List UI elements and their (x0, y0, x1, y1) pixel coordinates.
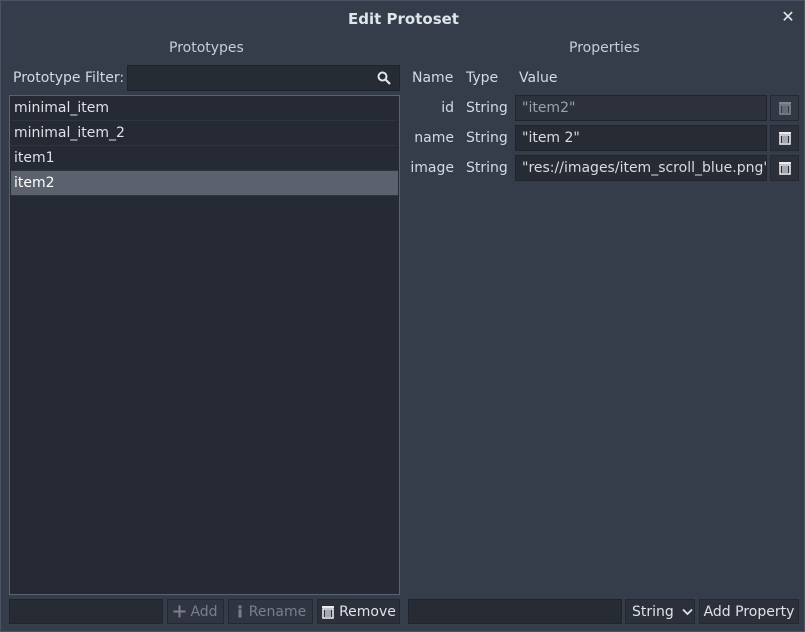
column-header-name: Name (412, 70, 454, 86)
rename-prototype-button[interactable]: Rename (228, 599, 313, 624)
prototype-list[interactable]: minimal_item minimal_item_2 item1 item2 (9, 95, 400, 595)
trash-icon (778, 132, 791, 145)
plus-icon (173, 605, 186, 618)
property-type-name: String (466, 130, 508, 146)
trash-icon (778, 162, 791, 175)
close-icon[interactable]: ✕ (779, 8, 797, 26)
prototype-filter-label: Prototype Filter: (13, 70, 125, 86)
list-item-selected[interactable]: item2 (11, 171, 398, 196)
column-header-value: Value (519, 70, 558, 86)
property-name-image: image (410, 160, 454, 176)
search-icon (377, 71, 391, 85)
property-name-id: id (441, 100, 454, 116)
property-value-name-field[interactable]: "item 2" (515, 125, 767, 151)
pencil-icon (238, 605, 242, 618)
property-type-dropdown[interactable]: String (625, 599, 695, 624)
property-type-id: String (466, 100, 508, 116)
remove-prototype-label: Remove (339, 603, 396, 620)
list-item[interactable]: minimal_item (11, 96, 398, 121)
add-property-label: Add Property (703, 603, 795, 620)
trash-icon (322, 605, 335, 619)
new-prototype-name-input[interactable] (9, 599, 163, 624)
column-header-type: Type (466, 70, 499, 86)
delete-property-image-button[interactable] (770, 155, 799, 181)
dialog-title: Edit Protoset (348, 10, 459, 28)
prototypes-header: Prototypes (169, 40, 244, 56)
edit-protoset-dialog: Edit Protoset ✕ Prototypes Prototype Fil… (0, 0, 805, 632)
list-item[interactable]: minimal_item_2 (11, 121, 398, 146)
new-property-name-input[interactable] (408, 599, 622, 624)
add-prototype-button[interactable]: Add (167, 599, 224, 624)
delete-property-id-button (770, 95, 799, 121)
list-item[interactable]: item1 (11, 146, 398, 171)
trash-icon (778, 102, 791, 115)
property-value-id-field: "item2" (515, 95, 767, 121)
property-type-image: String (466, 160, 508, 176)
property-type-selected: String (632, 603, 674, 620)
properties-header: Properties (569, 40, 640, 56)
delete-property-name-button[interactable] (770, 125, 799, 151)
property-value-image-field[interactable]: "res://images/item_scroll_blue.png" (515, 155, 767, 181)
prototype-filter-input[interactable] (127, 65, 400, 91)
remove-prototype-button[interactable]: Remove (317, 599, 400, 624)
title-bar: Edit Protoset ✕ (1, 1, 805, 37)
chevron-down-icon (682, 608, 693, 615)
add-prototype-label: Add (190, 603, 218, 620)
rename-prototype-label: Rename (248, 603, 307, 620)
add-property-button[interactable]: Add Property (699, 599, 799, 624)
property-name-name: name (414, 130, 454, 146)
